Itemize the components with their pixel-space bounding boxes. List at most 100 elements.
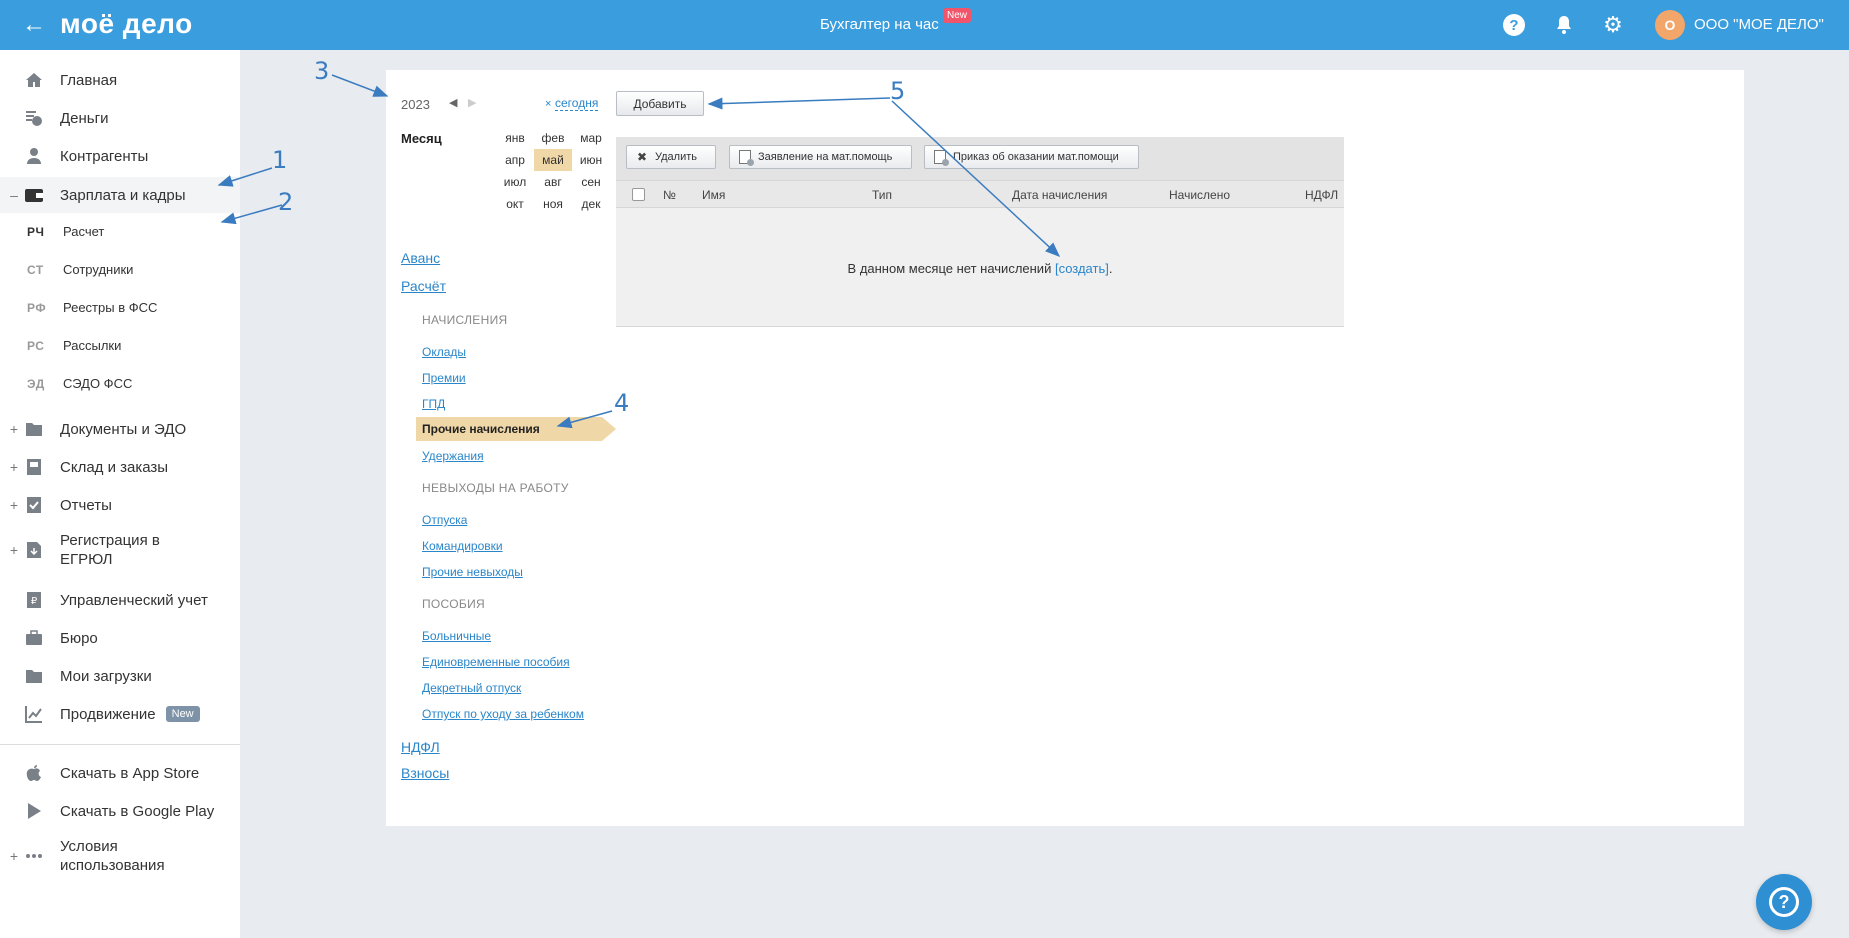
registration-icon [24, 540, 44, 560]
column-name: Имя [702, 188, 726, 202]
delete-button[interactable]: ✖ Удалить [626, 145, 716, 169]
link-gpd[interactable]: ГПД [422, 397, 445, 411]
sidebar-item-documents[interactable]: + Документы и ЭДО [0, 414, 240, 444]
expand-toggle[interactable]: + [9, 421, 19, 437]
gear-icon[interactable]: ⚙ [1602, 14, 1624, 36]
application-label: Заявление на мат.помощь [758, 151, 893, 163]
empty-message: В данном месяце нет начислений [создать]… [616, 261, 1344, 276]
today-close-icon[interactable]: × [545, 98, 551, 110]
annotation-2: 2 [278, 188, 294, 216]
report-icon [24, 495, 44, 515]
sidebar-item-label: Скачать в Google Play [60, 802, 215, 820]
prev-year-arrow-icon[interactable]: ◀ [449, 96, 457, 109]
month-feb[interactable]: фев [534, 127, 572, 149]
sidebar-item-reports[interactable]: + Отчеты [0, 490, 240, 520]
document-icon [933, 150, 949, 166]
link-business-trips[interactable]: Командировки [422, 539, 503, 553]
subitem-label: Реестры в ФСС [63, 300, 158, 315]
expand-toggle[interactable]: + [9, 848, 19, 864]
month-oct[interactable]: окт [496, 193, 534, 215]
bell-icon[interactable] [1553, 14, 1575, 36]
accountant-per-hour-link[interactable]: Бухгалтер на час New [820, 8, 972, 34]
back-arrow-icon[interactable]: ← [22, 10, 46, 40]
active-other-accruals[interactable]: Прочие начисления [416, 417, 616, 441]
sidebar-item-promotion[interactable]: Продвижение New [0, 699, 240, 729]
sidebar-item-terms[interactable]: + Условия использования [0, 834, 240, 878]
sidebar-item-app-store[interactable]: Скачать в App Store [0, 758, 240, 788]
link-childcare-leave[interactable]: Отпуск по уходу за ребенком [422, 707, 584, 721]
link-sick-leave[interactable]: Больничные [422, 629, 491, 643]
expand-toggle[interactable]: + [9, 542, 19, 558]
month-mar[interactable]: мар [572, 127, 610, 149]
expand-toggle[interactable]: + [9, 497, 19, 513]
link-other-absences[interactable]: Прочие невыходы [422, 565, 523, 579]
help-icon[interactable]: ? [1503, 14, 1525, 36]
avatar[interactable]: О [1655, 10, 1685, 40]
link-ndfl[interactable]: НДФЛ [401, 739, 440, 755]
month-jan[interactable]: янв [496, 127, 534, 149]
link-avans[interactable]: Аванс [401, 250, 440, 266]
link-raschet[interactable]: Расчёт [401, 278, 446, 294]
sidebar-item-warehouse[interactable]: + Склад и заказы [0, 452, 240, 482]
today-link[interactable]: сегодня [555, 96, 599, 111]
subitem-abbr: РФ [27, 301, 47, 315]
link-contributions[interactable]: Взносы [401, 765, 449, 781]
money-icon [24, 108, 44, 128]
sidebar-item-label: Документы и ЭДО [60, 420, 187, 438]
sidebar-subitem-sedo[interactable]: ЭД СЭДО ФСС [0, 365, 240, 403]
expand-toggle[interactable]: + [9, 459, 19, 475]
link-deductions[interactable]: Удержания [422, 449, 484, 463]
promotion-label: Продвижение [60, 705, 156, 723]
sidebar-item-label: Мои загрузки [60, 667, 152, 685]
month-may[interactable]: май [534, 149, 572, 171]
sidebar-item-label: Отчеты [60, 496, 112, 514]
dots-icon [24, 846, 44, 866]
sidebar-subitem-employees[interactable]: СТ Сотрудники [0, 251, 240, 289]
sidebar-item-registration[interactable]: + Регистрация в ЕГРЮЛ [0, 528, 240, 572]
sidebar-item-management[interactable]: ₽ Управленческий учет [0, 585, 240, 615]
close-icon: ✖ [636, 150, 648, 164]
link-maternity-leave[interactable]: Декретный отпуск [422, 681, 521, 695]
sidebar-subitem-raschet[interactable]: РЧ Расчет [0, 213, 240, 251]
month-jun[interactable]: июн [572, 149, 610, 171]
create-link[interactable]: [создать] [1055, 261, 1109, 276]
sidebar-item-home[interactable]: Главная [0, 65, 240, 95]
select-all-checkbox[interactable] [632, 188, 645, 201]
sidebar-subitem-mailings[interactable]: РС Рассылки [0, 327, 240, 365]
link-one-time-benefits[interactable]: Единовременные пособия [422, 655, 570, 669]
section-accruals: НАЧИСЛЕНИЯ [422, 313, 508, 327]
sidebar-item-label: Регистрация в ЕГРЮЛ [60, 532, 160, 568]
add-button[interactable]: Добавить [616, 91, 704, 116]
link-salaries[interactable]: Оклады [422, 345, 466, 359]
month-grid: янв фев мар апр май июн июл авг сен окт … [496, 127, 610, 215]
sidebar-item-money[interactable]: Деньги [0, 103, 240, 133]
link-bonuses[interactable]: Премии [422, 371, 466, 385]
order-button[interactable]: Приказ об оказании мат.помощи [924, 145, 1139, 169]
top-header: ← моё дело Бухгалтер на час New ? ⚙ О ОО… [0, 0, 1849, 50]
logo[interactable]: моё дело [60, 7, 193, 41]
sidebar-item-google-play[interactable]: Скачать в Google Play [0, 796, 240, 826]
link-vacations[interactable]: Отпуска [422, 513, 467, 527]
annotation-4: 4 [614, 389, 630, 417]
collapse-toggle[interactable]: – [9, 187, 19, 203]
sidebar-subitem-fss-registry[interactable]: РФ Реестры в ФСС [0, 289, 240, 327]
next-year-arrow-icon[interactable]: ▶ [468, 96, 476, 109]
sidebar-item-downloads[interactable]: Мои загрузки [0, 661, 240, 691]
month-aug[interactable]: авг [534, 171, 572, 193]
month-apr[interactable]: апр [496, 149, 534, 171]
month-jul[interactable]: июл [496, 171, 534, 193]
application-button[interactable]: Заявление на мат.помощь [729, 145, 912, 169]
company-name[interactable]: ООО "МОЕ ДЕЛО" [1694, 16, 1824, 34]
help-chat-button[interactable]: ? [1756, 874, 1812, 930]
month-nov[interactable]: ноя [534, 193, 572, 215]
month-dec[interactable]: дек [572, 193, 610, 215]
center-title[interactable]: Бухгалтер на час [820, 16, 939, 33]
column-accrued: Начислено [1169, 188, 1231, 202]
month-sep[interactable]: сен [572, 171, 610, 193]
sidebar-item-label: Деньги [60, 109, 109, 127]
sidebar-item-contractors[interactable]: Контрагенты [0, 141, 240, 171]
sidebar-item-label: Бюро [60, 629, 98, 647]
sidebar: Главная Деньги Контрагенты – Зарплата и … [0, 50, 240, 938]
sidebar-item-bureau[interactable]: Бюро [0, 623, 240, 653]
sidebar-item-salary[interactable]: – Зарплата и кадры [0, 177, 240, 213]
